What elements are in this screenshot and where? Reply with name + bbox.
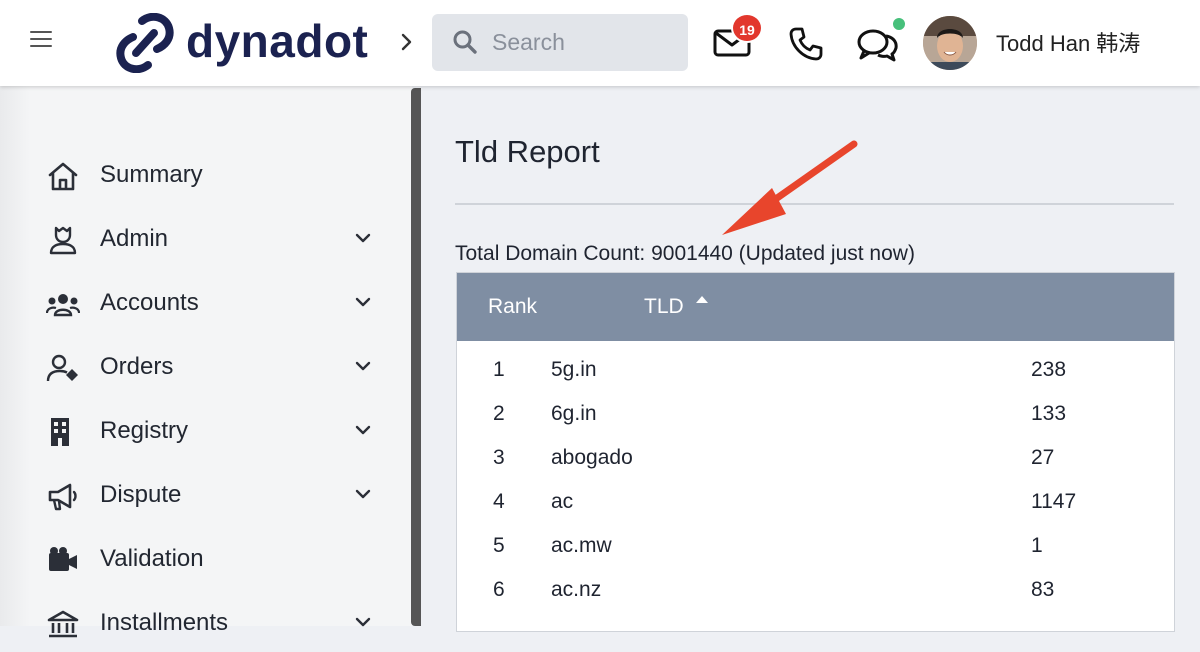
sidebar-scrollbar[interactable] [411, 88, 421, 626]
search-box[interactable] [432, 14, 688, 71]
brand-name: dynadot [186, 15, 369, 67]
tld-cell: ac.nz [551, 578, 602, 601]
table-row[interactable]: 6 ac.nz 83 [457, 568, 1174, 612]
sidebar-item-label: Installments [100, 609, 229, 636]
table-row[interactable]: 3 abogado 27 [457, 436, 1174, 480]
table-row[interactable]: 1 5g.in 238 [457, 348, 1174, 392]
sidebar-item-accounts[interactable]: Accounts [0, 276, 412, 332]
column-header-rank[interactable]: Rank [488, 295, 537, 319]
total-domain-count: Total Domain Count: 9001440 (Updated jus… [455, 242, 915, 265]
sidebar-item-label: Accounts [100, 289, 199, 316]
table-header: Rank TLD [457, 273, 1174, 341]
sidebar-item-label: Dispute [100, 481, 182, 508]
top-header: dynadot 19 Todd Han 韩涛 [0, 0, 1200, 86]
sidebar-item-label: Validation [100, 545, 204, 572]
bank-icon [47, 610, 79, 638]
tld-cell: ac.mw [551, 534, 612, 557]
sidebar-item-registry[interactable]: Registry [0, 404, 412, 460]
notification-count-badge[interactable]: 19 [731, 13, 763, 43]
chevron-down-icon [355, 617, 371, 627]
rank-cell: 2 [493, 402, 505, 425]
tld-cell: 5g.in [551, 358, 597, 381]
tld-cell: ac [551, 490, 574, 513]
home-icon [48, 162, 78, 191]
search-input[interactable] [492, 14, 682, 71]
sidebar-item-installments[interactable]: Installments [0, 596, 412, 652]
sidebar-item-summary[interactable]: Summary [0, 148, 412, 204]
search-icon [453, 30, 477, 54]
sidebar-item-label: Registry [100, 417, 189, 444]
table-row[interactable]: 4 ac 1147 [457, 480, 1174, 524]
sidebar-item-label: Orders [100, 353, 174, 380]
chevron-down-icon [355, 233, 371, 243]
sidebar-item-dispute[interactable]: Dispute [0, 468, 412, 524]
sidebar-item-validation[interactable]: Validation [0, 532, 412, 588]
id-card-icon [49, 547, 77, 571]
sidebar-item-orders[interactable]: Orders [0, 340, 412, 396]
sidebar-item-label: Summary [100, 161, 203, 188]
count-cell: 1147 [1031, 490, 1077, 513]
chevron-down-icon [355, 297, 371, 307]
menu-icon[interactable] [30, 31, 52, 49]
users-group-icon [46, 294, 80, 317]
phone-icon[interactable] [788, 26, 824, 62]
tld-cell: 6g.in [551, 402, 597, 425]
count-cell: 133 [1031, 402, 1067, 425]
rank-cell: 3 [493, 446, 505, 469]
red-arrow-annotation [722, 140, 858, 235]
chevron-down-icon [355, 489, 371, 499]
chevron-down-icon [355, 425, 371, 435]
rank-cell: 6 [493, 578, 505, 601]
megaphone-icon [48, 483, 77, 511]
count-cell: 238 [1031, 358, 1067, 381]
avatar[interactable] [923, 16, 977, 70]
avatar-photo [923, 16, 977, 70]
logo-link-icon [116, 13, 174, 73]
chevron-right-icon[interactable] [400, 30, 414, 54]
column-header-tld[interactable]: TLD [644, 295, 684, 319]
rank-cell: 1 [493, 358, 505, 381]
rank-cell: 4 [493, 490, 505, 513]
sort-ascending-icon[interactable] [695, 294, 709, 304]
table-row[interactable]: 2 6g.in 133 [457, 392, 1174, 436]
tld-cell: abogado [551, 446, 633, 469]
count-cell: 27 [1031, 446, 1055, 469]
count-cell: 83 [1031, 578, 1055, 601]
user-name[interactable]: Todd Han 韩涛 [996, 26, 1140, 58]
sidebar-item-label: Admin [100, 225, 169, 252]
online-status-dot [891, 16, 907, 32]
sidebar: Summary Admin Accounts Orders Registry D… [0, 86, 412, 638]
sidebar-item-admin[interactable]: Admin [0, 212, 412, 268]
count-cell: 1 [1031, 534, 1043, 557]
table-row[interactable]: 5 ac.mw 1 [457, 524, 1174, 568]
building-icon [51, 418, 69, 446]
user-tag-icon [46, 354, 78, 382]
chat-icon[interactable] [856, 26, 900, 64]
admin-user-icon [49, 226, 77, 255]
page-title: Tld Report [455, 134, 600, 169]
chevron-down-icon [355, 361, 371, 371]
tld-report-table: Rank TLD 1 5g.in 238 2 6g.in 133 3 aboga… [456, 272, 1175, 632]
dynadot-logo[interactable]: dynadot [114, 13, 368, 73]
rank-cell: 5 [493, 534, 505, 557]
